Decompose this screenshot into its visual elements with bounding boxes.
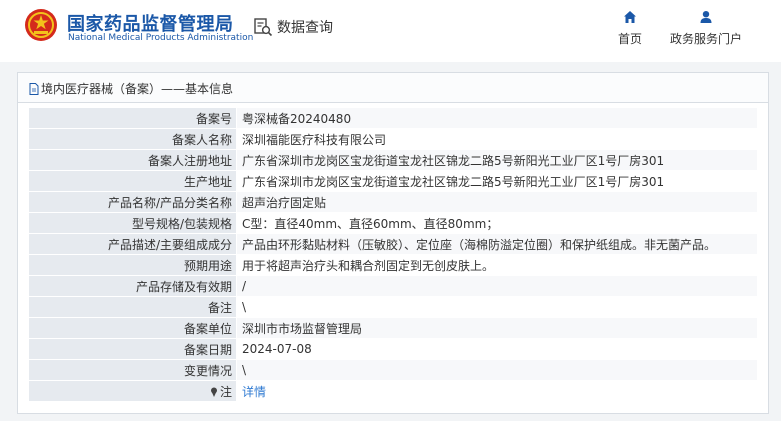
note-row: 注 详情 xyxy=(29,380,757,402)
row-value: C型：直径40mm、直径60mm、直径80mm； xyxy=(236,212,757,234)
nav-gov-label: 政务服务门户 xyxy=(669,32,742,46)
row-label: 备注 xyxy=(29,296,237,318)
document-search-icon xyxy=(254,18,273,37)
row-value: 2024-07-08 xyxy=(236,338,757,360)
panel-header: 境内医疗器械（备案）——基本信息 xyxy=(18,73,768,103)
brand-subtitle: National Medical Products Administration xyxy=(68,33,254,43)
row-label: 备案人注册地址 xyxy=(29,149,237,171)
row-value: 广东省深圳市龙岗区宝龙街道宝龙社区锦龙二路5号新阳光工业厂区1号厂房301 xyxy=(236,149,757,171)
note-value-cell: 详情 xyxy=(236,380,757,402)
row-label: 备案人名称 xyxy=(29,128,237,150)
row-label: 生产地址 xyxy=(29,170,237,192)
row-value: 用于将超声治疗头和耦合剂固定到无创皮肤上。 xyxy=(236,254,757,276)
nav-gov-service-portal[interactable]: 政务服务门户 xyxy=(664,10,748,47)
row-label: 备案日期 xyxy=(29,338,237,360)
national-emblem-icon xyxy=(25,9,57,41)
row-value: \ xyxy=(236,359,757,381)
note-label-cell: 注 xyxy=(29,380,237,402)
table-row: 备案单位 深圳市市场监督管理局 xyxy=(29,317,757,339)
table-row: 生产地址 广东省深圳市龙岗区宝龙街道宝龙社区锦龙二路5号新阳光工业厂区1号厂房3… xyxy=(29,170,757,192)
nav-home-label: 首页 xyxy=(617,32,642,46)
panel-title-text: 境内医疗器械（备案）——基本信息 xyxy=(41,82,234,96)
row-label: 预期用途 xyxy=(29,254,237,276)
row-label: 产品名称/产品分类名称 xyxy=(29,191,237,213)
data-query-label: 数据查询 xyxy=(277,20,333,36)
row-label: 备案单位 xyxy=(29,317,237,339)
row-value: 产品由环形黏贴材料（压敏胶）、定位座（海棉防溢定位圈）和保护纸组成。非无菌产品。 xyxy=(236,233,757,255)
table-row: 备注 \ xyxy=(29,296,757,318)
row-label: 型号规格/包装规格 xyxy=(29,212,237,234)
row-label: 变更情况 xyxy=(29,359,237,381)
table-row: 备案日期 2024-07-08 xyxy=(29,338,757,360)
row-label: 备案号 xyxy=(29,108,237,129)
row-label: 产品存储及有效期 xyxy=(29,275,237,297)
row-value: 深圳市市场监督管理局 xyxy=(236,317,757,339)
row-value: 超声治疗固定贴 xyxy=(236,191,757,213)
table-row: 变更情况 \ xyxy=(29,359,757,381)
row-value: 深圳福能医疗科技有限公司 xyxy=(236,128,757,150)
row-label: 产品描述/主要组成成分 xyxy=(29,233,237,255)
row-value: / xyxy=(236,275,757,297)
table-row: 产品名称/产品分类名称 超声治疗固定贴 xyxy=(29,191,757,213)
details-link[interactable]: 详情 xyxy=(242,385,266,399)
table-row: 型号规格/包装规格 C型：直径40mm、直径60mm、直径80mm； xyxy=(29,212,757,234)
table-row: 备案人注册地址 广东省深圳市龙岗区宝龙街道宝龙社区锦龙二路5号新阳光工业厂区1号… xyxy=(29,149,757,171)
note-label: 注 xyxy=(219,384,232,399)
pin-icon xyxy=(210,387,217,397)
row-value: 粤深械备20240480 xyxy=(236,108,757,129)
nav-home[interactable]: 首页 xyxy=(612,10,648,47)
table-row: 预期用途 用于将超声治疗头和耦合剂固定到无创皮肤上。 xyxy=(29,254,757,276)
panel-title: 境内医疗器械（备案）——基本信息 xyxy=(29,80,233,97)
home-icon xyxy=(624,11,636,23)
device-info-panel: 境内医疗器械（备案）——基本信息 备案号 粤深械备20240480 备案人名称 … xyxy=(17,72,769,414)
table-row: 备案人名称 深圳福能医疗科技有限公司 xyxy=(29,128,757,150)
site-header: 国家药品监督管理局 National Medical Products Admi… xyxy=(0,0,781,62)
row-value: 广东省深圳市龙岗区宝龙街道宝龙社区锦龙二路5号新阳光工业厂区1号厂房301 xyxy=(236,170,757,192)
document-icon xyxy=(29,82,39,95)
row-value: \ xyxy=(236,296,757,318)
table-row: 产品存储及有效期 / xyxy=(29,275,757,297)
user-icon xyxy=(700,11,712,23)
table-row: 产品描述/主要组成成分 产品由环形黏贴材料（压敏胶）、定位座（海棉防溢定位圈）和… xyxy=(29,233,757,255)
data-query-title: 数据查询 xyxy=(253,16,333,38)
table-row: 备案号 粤深械备20240480 xyxy=(29,108,757,129)
info-table: 备案号 粤深械备20240480 备案人名称 深圳福能医疗科技有限公司 备案人注… xyxy=(29,108,757,402)
